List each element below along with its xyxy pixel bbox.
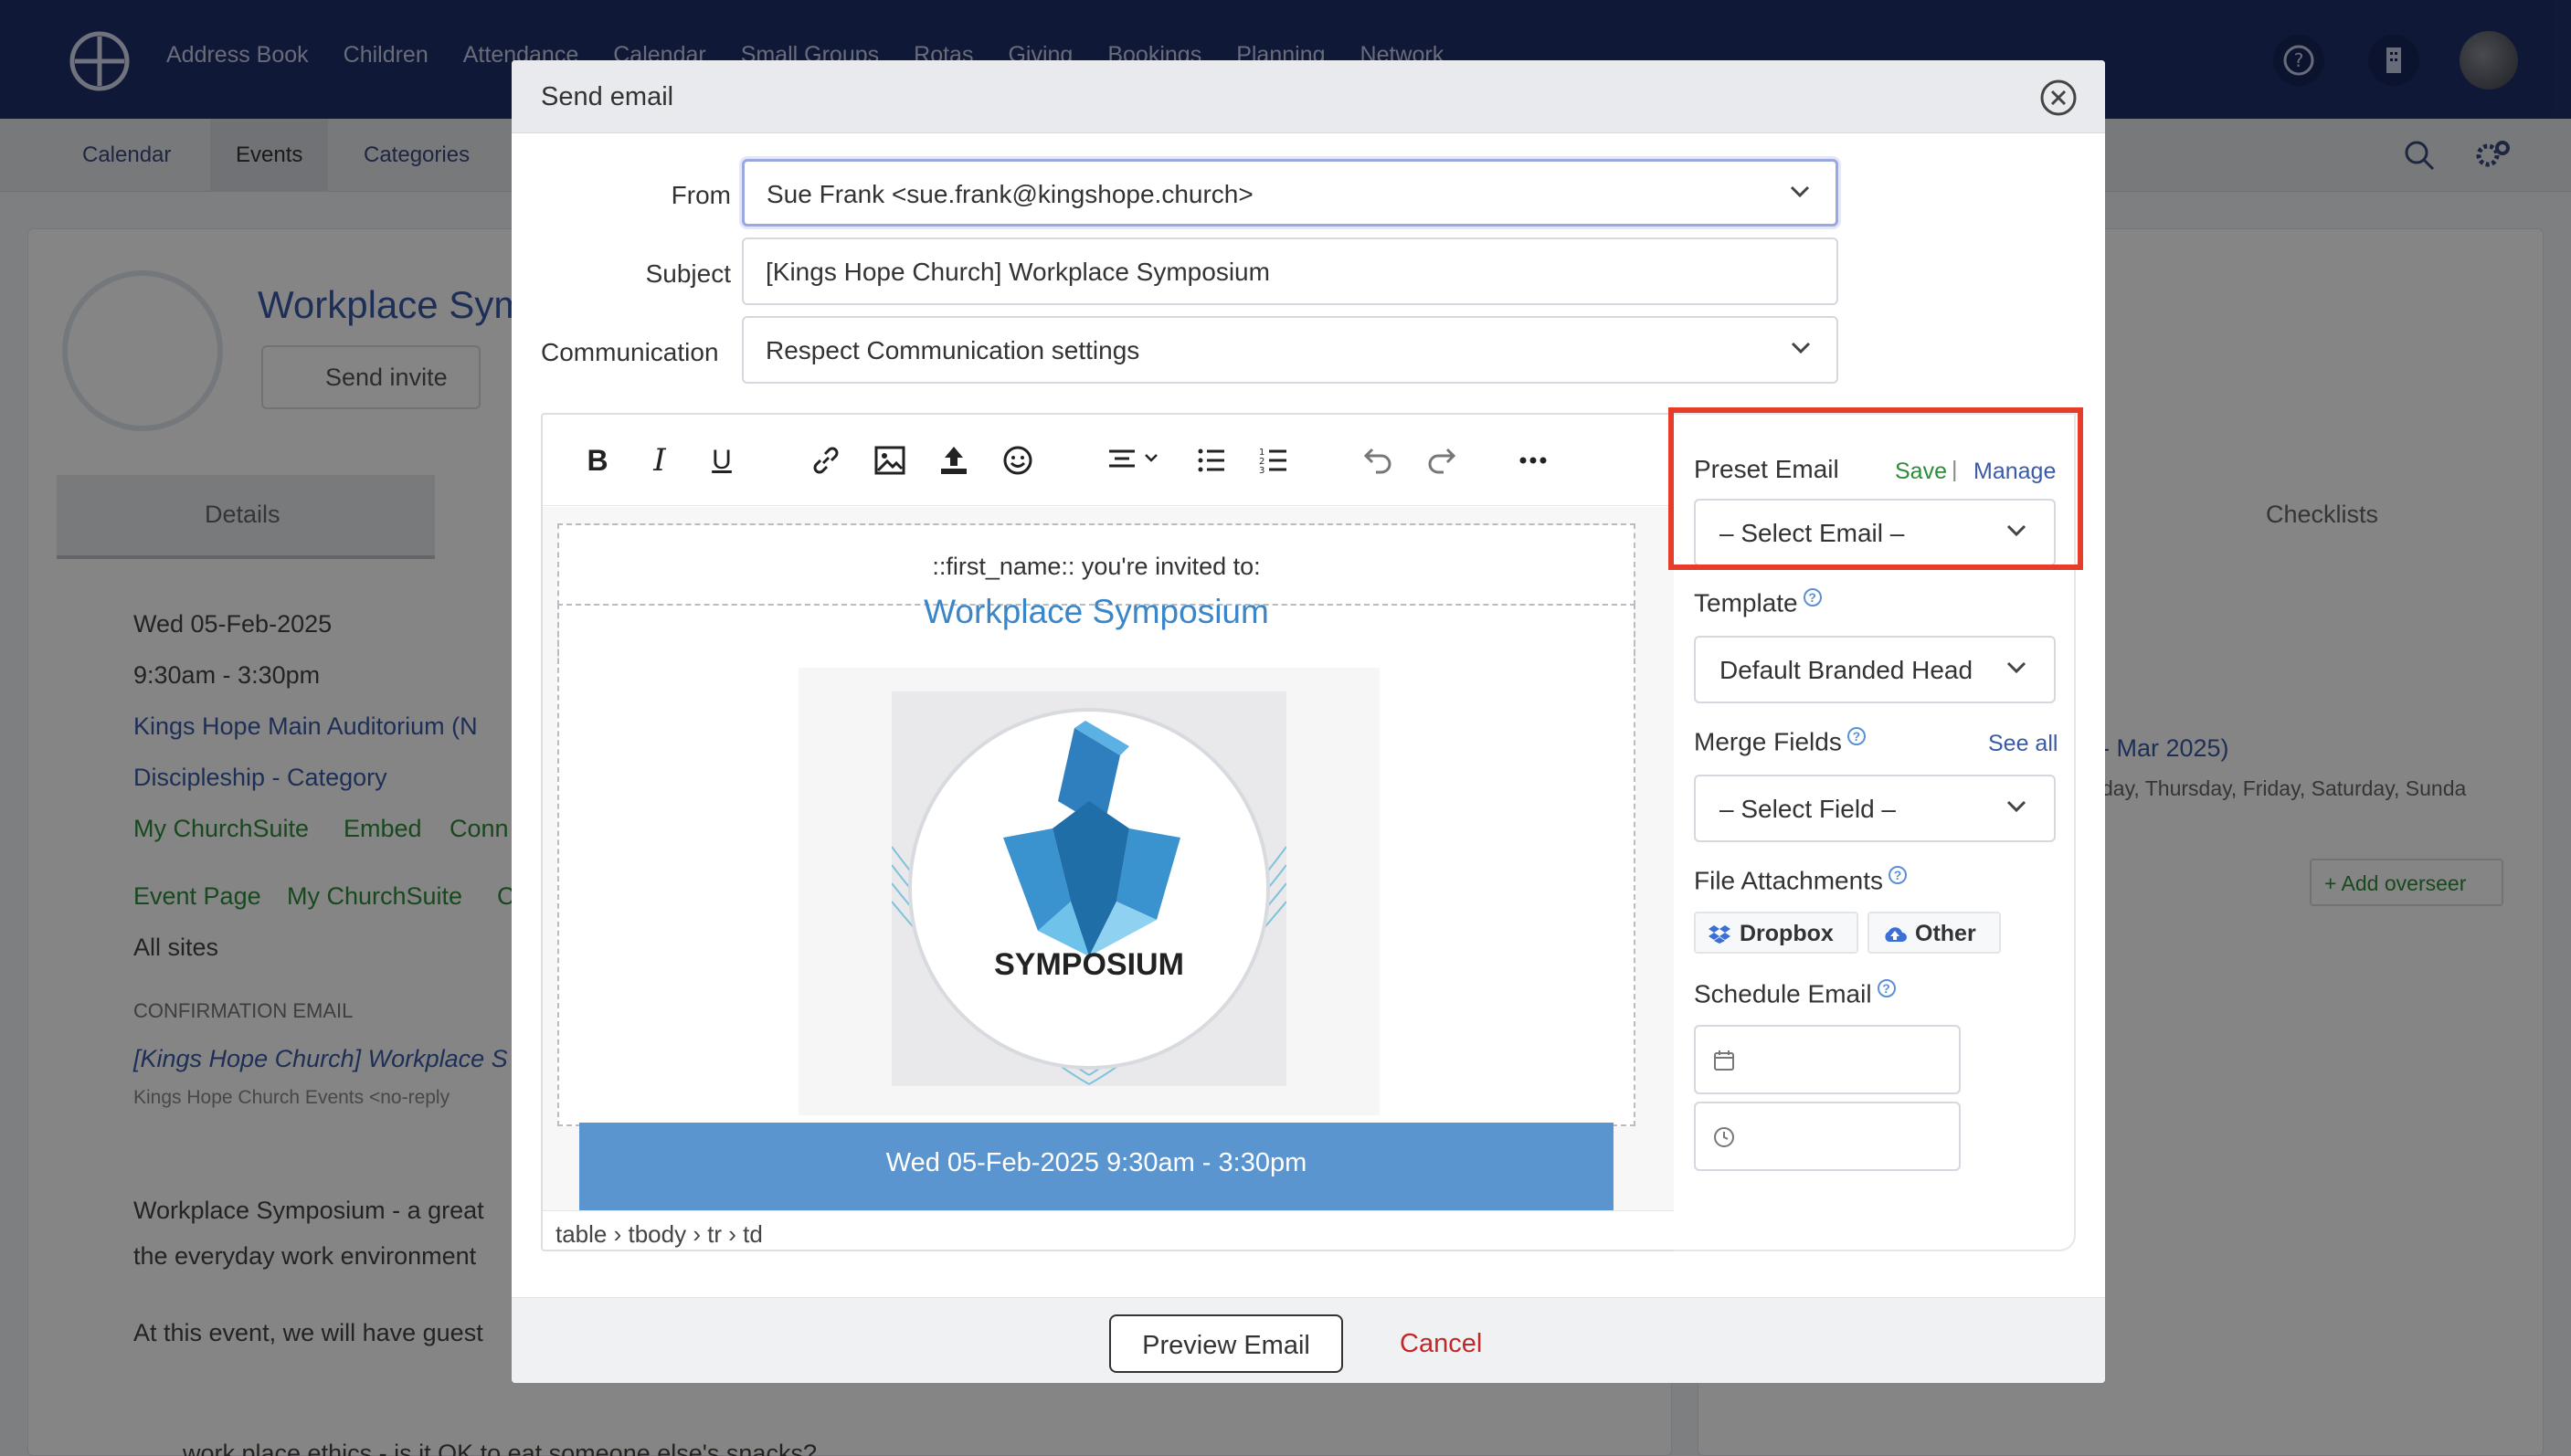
link-button[interactable] <box>808 442 844 479</box>
dropbox-label: Dropbox <box>1740 921 1834 946</box>
svg-text:3: 3 <box>1259 466 1264 476</box>
communication-value: Respect Communication settings <box>766 336 1140 364</box>
schedule-email-label: Schedule Email? <box>1694 979 1896 1008</box>
modal-header: Send email <box>512 60 2105 133</box>
other-label: Other <box>1915 921 1976 946</box>
help-circle-icon[interactable]: ? <box>1803 588 1822 607</box>
file-attachments-label-text: File Attachments <box>1694 866 1883 895</box>
upload-button[interactable] <box>936 442 972 479</box>
from-select[interactable]: Sue Frank <sue.frank@kingshope.church> <box>742 159 1838 227</box>
from-value: Sue Frank <sue.frank@kingshope.church> <box>767 180 1254 208</box>
bullet-list-icon <box>1198 448 1224 472</box>
help-circle-icon[interactable]: ? <box>1888 866 1907 884</box>
clock-icon <box>1714 1127 1734 1147</box>
template-label: Template? <box>1694 588 1822 617</box>
undo-button[interactable] <box>1360 442 1396 479</box>
chevron-down-icon <box>1791 342 1811 354</box>
help-circle-icon[interactable]: ? <box>1846 727 1866 745</box>
calendar-icon <box>1714 1050 1734 1071</box>
chevron-down-icon <box>2006 661 2026 674</box>
subject-value: [Kings Hope Church] Workplace Symposium <box>766 258 1270 286</box>
editor-toolbar: B I U 123 <box>543 415 1701 506</box>
bullet-list-button[interactable] <box>1193 442 1230 479</box>
align-center-icon <box>1109 449 1158 468</box>
dropbox-button[interactable]: Dropbox <box>1694 912 1858 954</box>
image-icon <box>874 446 905 475</box>
preset-email-highlight <box>1668 407 2083 570</box>
numbered-list-icon: 123 <box>1259 448 1286 476</box>
chevron-down-icon <box>2006 800 2026 813</box>
schedule-date-input[interactable] <box>1694 1025 1961 1094</box>
link-icon <box>813 447 839 474</box>
symposium-image-text: SYMPOSIUM <box>994 947 1184 982</box>
symposium-graphic: SYMPOSIUM <box>891 708 1287 1085</box>
date-band: Wed 05-Feb-2025 9:30am - 3:30pm <box>579 1123 1613 1210</box>
template-value: Default Branded Head <box>1719 656 1973 684</box>
image-button[interactable] <box>872 442 908 479</box>
communication-label: Communication <box>541 338 719 366</box>
file-attachments-label: File Attachments? <box>1694 866 1907 895</box>
underline-button[interactable]: U <box>704 442 740 479</box>
see-all-link[interactable]: See all <box>1988 731 2058 757</box>
redo-button[interactable] <box>1423 442 1460 479</box>
cancel-button[interactable]: Cancel <box>1400 1329 1482 1359</box>
more-horizontal-icon <box>1519 457 1547 464</box>
schedule-email-label-text: Schedule Email <box>1694 979 1872 1008</box>
underline-icon: U <box>712 445 732 475</box>
schedule-time-input[interactable] <box>1694 1102 1961 1171</box>
editor-content[interactable]: ::first_name:: you're invited to: Workpl… <box>543 507 1685 1210</box>
send-email-modal: Send email From Sue Frank <sue.frank@kin… <box>512 60 2105 1383</box>
merge-fields-label: Merge Fields? <box>1694 727 1866 756</box>
preview-email-button[interactable]: Preview Email <box>1109 1314 1343 1373</box>
invite-line: ::first_name:: you're invited to: <box>932 553 1261 580</box>
italic-button[interactable]: I <box>641 442 678 479</box>
numbered-list-button[interactable]: 123 <box>1255 442 1292 479</box>
dropbox-icon <box>1709 925 1730 944</box>
close-icon[interactable] <box>2039 79 2078 117</box>
element-path: table › tbody › tr › td <box>543 1210 1701 1250</box>
upload-icon <box>941 447 967 474</box>
merge-field-select[interactable]: – Select Field – <box>1694 775 2056 842</box>
italic-icon: I <box>653 442 666 479</box>
redo-icon <box>1428 448 1456 474</box>
email-editor: B I U 123::first_name:: you're invited … <box>541 413 1703 1251</box>
cloud-upload-icon <box>1885 927 1907 943</box>
bold-button[interactable]: B <box>579 442 616 479</box>
modal-title: Send email <box>541 82 674 111</box>
template-select[interactable]: Default Branded Head <box>1694 636 2056 703</box>
modal-footer: Preview Email Cancel <box>512 1297 2105 1383</box>
subject-input[interactable]: [Kings Hope Church] Workplace Symposium <box>742 237 1838 305</box>
emoji-icon <box>1003 446 1032 475</box>
more-options-button[interactable] <box>1515 442 1551 479</box>
subject-label: Subject <box>645 259 731 288</box>
merge-fields-label-text: Merge Fields <box>1694 727 1842 756</box>
emoji-button[interactable] <box>1000 442 1036 479</box>
symposium-image: SYMPOSIUM <box>891 691 1287 1086</box>
merge-field-value: – Select Field – <box>1719 795 1896 823</box>
chevron-down-icon <box>1790 185 1810 198</box>
email-event-title: Workplace Symposium <box>924 593 1269 630</box>
from-label: From <box>671 181 731 209</box>
communication-select[interactable]: Respect Communication settings <box>742 316 1838 384</box>
help-circle-icon[interactable]: ? <box>1877 979 1896 997</box>
template-label-text: Template <box>1694 588 1798 617</box>
other-upload-button[interactable]: Other <box>1867 912 2001 954</box>
align-dropdown[interactable] <box>1104 442 1168 479</box>
bold-icon: B <box>587 443 608 477</box>
undo-icon <box>1363 448 1391 474</box>
